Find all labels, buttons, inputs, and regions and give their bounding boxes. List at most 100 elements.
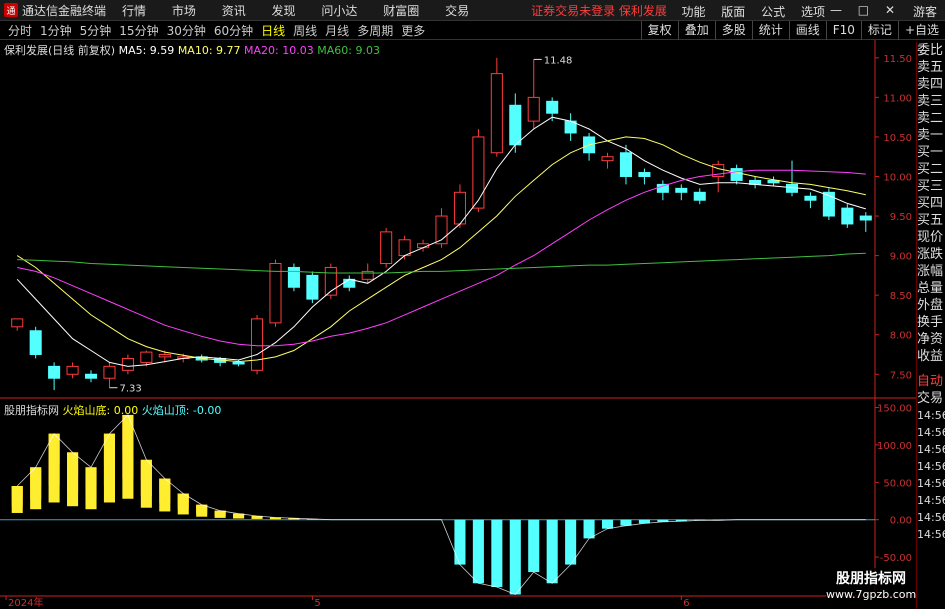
quote-row-label: 现价 bbox=[917, 230, 944, 245]
flame-top-bar bbox=[509, 519, 521, 595]
ma20-value: MA20: 10.03 bbox=[244, 44, 314, 57]
candle-body bbox=[250, 318, 264, 371]
quote-row-label: 换手 bbox=[917, 315, 944, 330]
flame-top-value: 火焰山顶: -0.00 bbox=[141, 404, 222, 417]
trade-row-label: 14:56 bbox=[917, 409, 945, 422]
watermark: 股朋指标网 www.7gpzb.com bbox=[826, 568, 916, 606]
date-label: 5 bbox=[314, 598, 320, 609]
flame-bar-segment bbox=[177, 493, 189, 515]
candle-body bbox=[546, 100, 559, 114]
flame-top-bar bbox=[472, 519, 484, 584]
flame-top-bar bbox=[491, 519, 503, 588]
price-tick-label: 8.50 bbox=[890, 291, 912, 302]
candle-body bbox=[841, 207, 854, 225]
trade-row-label: 14:56 bbox=[917, 511, 945, 524]
price-tick-label: 11.50 bbox=[883, 54, 912, 65]
candle-body bbox=[619, 152, 633, 177]
flame-bar-segment bbox=[85, 467, 97, 510]
quote-row-label: 涨幅 bbox=[917, 264, 944, 279]
candle-body bbox=[380, 231, 393, 265]
trade-row-label[interactable]: 自动 bbox=[917, 373, 945, 390]
price-tick-label: 9.00 bbox=[890, 252, 912, 263]
flame-bar-segment bbox=[140, 459, 152, 508]
indicator-name: 股朋指标网 bbox=[4, 404, 59, 417]
candle-body bbox=[287, 266, 300, 288]
flame-top-bar bbox=[546, 519, 558, 584]
quote-row-label: 卖五 bbox=[917, 60, 944, 75]
candle-body bbox=[490, 73, 503, 154]
ma60-value: MA60: 9.03 bbox=[317, 44, 380, 57]
indicator-tick-label: 150.00 bbox=[877, 403, 912, 414]
candle-body bbox=[638, 172, 651, 177]
ma-line-ma20 bbox=[17, 169, 866, 347]
candle-body bbox=[472, 136, 485, 209]
flame-bar-segment bbox=[103, 433, 115, 503]
price-tick-label: 9.50 bbox=[890, 212, 912, 223]
ma10-value: MA10: 9.77 bbox=[177, 44, 241, 57]
candle-body bbox=[29, 330, 42, 355]
candle-body bbox=[140, 351, 153, 363]
candle-body bbox=[11, 318, 24, 328]
flame-top-bar bbox=[454, 519, 466, 565]
quote-row-label: 买三 bbox=[917, 179, 944, 194]
quote-row-label: 外盘 bbox=[917, 298, 944, 313]
trade-row-label: 14:56 bbox=[917, 477, 945, 490]
flame-bottom-value: 火焰山底: 0.00 bbox=[62, 404, 139, 417]
quote-row-label: 买一 bbox=[917, 145, 944, 160]
quote-row-label: 卖四 bbox=[917, 77, 944, 92]
trade-row-label: 14:56 bbox=[917, 443, 945, 456]
quote-row-label: 卖二 bbox=[917, 111, 944, 126]
ma5-value: MA5: 9.59 bbox=[118, 44, 175, 57]
flame-bar-segment bbox=[67, 452, 79, 507]
low-label: 7.33 bbox=[119, 384, 141, 395]
flame-top-bar bbox=[583, 519, 595, 539]
quote-row-label: 买二 bbox=[917, 162, 944, 177]
candle-body bbox=[730, 168, 743, 181]
flame-bar-segment bbox=[214, 510, 226, 518]
quote-row-label: 净资 bbox=[917, 332, 944, 347]
quote-row-label: 总量 bbox=[917, 281, 944, 296]
quote-row-label: 买四 bbox=[917, 196, 944, 211]
quote-row-label: 涨跌 bbox=[917, 247, 944, 262]
quote-panel: 委比 卖五 卖四 卖三 卖二 卖一 买一 买二 买三 买四 买五 现价 涨跌 涨幅 总量 外盘 换手 净资 收益 自动… bbox=[916, 42, 945, 609]
quote-row-label: 卖一 bbox=[917, 128, 944, 143]
candle-body bbox=[527, 96, 540, 122]
flame-bar-segment bbox=[159, 478, 171, 512]
stock-name: 保利发展(日线 前复权) bbox=[4, 44, 116, 57]
flame-bar-segment bbox=[30, 467, 42, 510]
candle-body bbox=[675, 187, 688, 193]
high-label: 11.48 bbox=[544, 55, 573, 66]
indicator-tick-label: 0.00 bbox=[890, 516, 912, 527]
candle-body bbox=[859, 215, 872, 221]
quote-row-label: 委比 bbox=[917, 43, 944, 58]
flame-bar-segment bbox=[48, 433, 60, 503]
main-legend: 保利发展(日线 前复权) MA5: 9.59 MA10: 9.77 MA20: … bbox=[4, 42, 380, 58]
trade-row-label: 14:56 bbox=[917, 528, 945, 541]
trade-row-label: 14:56 bbox=[917, 426, 945, 439]
candle-body bbox=[693, 191, 706, 201]
flame-bar-segment bbox=[11, 486, 23, 513]
price-tick-label: 7.50 bbox=[890, 370, 912, 381]
quote-row-label: 买五 bbox=[917, 213, 944, 228]
candle-body bbox=[601, 156, 614, 162]
candle-body bbox=[121, 357, 134, 371]
trade-row-label[interactable]: 交易 bbox=[917, 390, 945, 407]
flame-top-bar bbox=[601, 519, 614, 529]
price-tick-label: 10.00 bbox=[883, 172, 912, 183]
candle-body bbox=[398, 239, 411, 257]
flame-top-bar bbox=[620, 519, 632, 526]
flame-top-bar bbox=[565, 519, 577, 565]
price-tick-label: 11.00 bbox=[883, 93, 912, 104]
kline-chart[interactable]: 11.50 11.00 10.50 10.00 9.50 9.00 8.50 8.00 7.50… bbox=[0, 0, 945, 609]
indicator-legend: 股朋指标网 火焰山底: 0.00 火焰山顶: -0.00 bbox=[4, 402, 221, 418]
candle-body bbox=[306, 274, 319, 300]
flame-bar-segment bbox=[122, 414, 134, 499]
candle-body bbox=[158, 353, 171, 358]
trade-row-label: 14:56 bbox=[917, 494, 945, 507]
candle-body bbox=[66, 365, 79, 375]
candle-body bbox=[232, 361, 245, 365]
quote-row-label: 卖三 bbox=[917, 94, 944, 109]
candle-body bbox=[84, 373, 98, 379]
candle-body bbox=[509, 104, 522, 146]
date-label: 6 bbox=[683, 598, 689, 609]
